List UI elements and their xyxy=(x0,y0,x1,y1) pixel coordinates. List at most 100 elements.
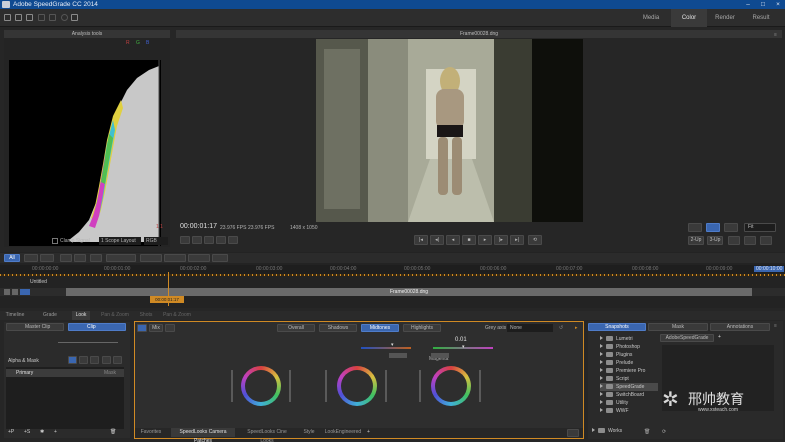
magenta-handle[interactable]: ▾ xyxy=(462,344,465,350)
master-clip-button[interactable]: Master Clip xyxy=(6,323,64,331)
tab-snapshots[interactable]: Snapshots xyxy=(588,323,646,331)
track-visibility-icon[interactable] xyxy=(4,289,10,295)
temp-mini-slider[interactable] xyxy=(389,353,407,358)
timeline-ruler[interactable]: 00:00:00:00 00:00:01:00 00:00:02:00 00:0… xyxy=(0,265,785,274)
loop-button[interactable]: ⟲ xyxy=(528,235,542,245)
grade-fx-icon[interactable] xyxy=(137,324,147,332)
trash-icon[interactable]: 🗑 xyxy=(110,429,116,435)
save-icon[interactable] xyxy=(15,14,22,21)
tab-favorites[interactable]: Favorites xyxy=(139,428,163,437)
go-to-end-button[interactable]: ▸| xyxy=(510,235,524,245)
scope-channel-r[interactable]: R xyxy=(126,40,130,46)
tab-media[interactable]: Media xyxy=(633,9,669,27)
tab-grade[interactable]: Grade xyxy=(40,311,60,320)
stop-button[interactable]: ■ xyxy=(462,235,476,245)
viewer-single-button[interactable] xyxy=(706,223,720,232)
browser-refresh-icon[interactable]: ⟳ xyxy=(662,429,666,435)
look-view-toggle[interactable] xyxy=(567,429,579,437)
midtones-gain-slider[interactable] xyxy=(385,370,387,402)
maximize-icon[interactable]: □ xyxy=(756,0,770,9)
viewer-option-button[interactable] xyxy=(228,236,238,244)
folder-item[interactable]: SwitchBoard xyxy=(600,391,644,399)
folder-item[interactable]: Utility xyxy=(600,399,628,407)
grade-bypass-icon[interactable] xyxy=(165,324,175,332)
next-frame-button[interactable]: |▸ xyxy=(494,235,508,245)
play-button[interactable]: ▸ xyxy=(478,235,492,245)
highlights-level-slider[interactable] xyxy=(419,370,421,402)
undo-icon[interactable] xyxy=(38,14,45,21)
wipe-button[interactable] xyxy=(760,236,772,245)
temperature-handle[interactable]: ▾ xyxy=(391,342,394,348)
folder-item[interactable]: Premiere Pro xyxy=(600,367,645,375)
timeline-speed-select[interactable] xyxy=(106,254,136,262)
highlights-gain-slider[interactable] xyxy=(479,370,481,402)
layout-3up-button[interactable]: 3-Up xyxy=(707,236,723,245)
tab-result[interactable]: Result xyxy=(743,9,779,27)
filter-all-button[interactable]: All xyxy=(4,254,20,262)
redo-icon[interactable] xyxy=(49,14,56,21)
tab-look[interactable]: Look xyxy=(72,311,90,320)
add-secondary-icon[interactable]: +S xyxy=(24,429,30,435)
panel-menu-icon[interactable]: ≡ xyxy=(774,32,777,38)
add-layer-icon[interactable]: + xyxy=(54,429,57,435)
timeline-option-a[interactable] xyxy=(60,254,72,262)
clamp-signal-checkbox[interactable] xyxy=(52,238,58,244)
layer-row-primary[interactable]: Primary Mask xyxy=(6,369,124,377)
grey-axis-select[interactable]: None xyxy=(507,324,553,332)
timeline-nav-end[interactable] xyxy=(212,254,228,262)
color-wheel-shadows[interactable] xyxy=(241,366,281,406)
color-wheel-highlights[interactable] xyxy=(431,366,471,406)
timeline-nav-mid[interactable] xyxy=(164,254,186,262)
layer-duplicate-icon[interactable] xyxy=(79,356,88,364)
grade-reset-icon[interactable]: ↺ xyxy=(559,325,563,331)
add-filter-icon[interactable]: ✱ xyxy=(40,429,44,435)
tab-speedlooks-cine-looks[interactable]: SpeedLooks Cine Looks xyxy=(241,428,293,442)
color-wheel-midtones[interactable] xyxy=(337,366,377,406)
tab-shots[interactable]: Shots xyxy=(136,311,156,320)
tab-lookengineered[interactable]: LookEngineered xyxy=(323,428,363,437)
viewer-mode-button[interactable] xyxy=(688,223,702,232)
tab-pan-zoom[interactable]: Pan & Zoom xyxy=(100,311,130,320)
viewer-grid-button[interactable] xyxy=(724,223,738,232)
add-primary-icon[interactable]: +P xyxy=(8,429,14,435)
go-to-start-button[interactable]: |◂ xyxy=(414,235,428,245)
sync-icon[interactable] xyxy=(61,14,68,21)
layer-group-icon[interactable] xyxy=(90,356,99,364)
tab-overall[interactable]: Overall xyxy=(277,324,315,332)
minimize-icon[interactable]: – xyxy=(741,0,755,9)
split-button[interactable] xyxy=(744,236,756,245)
browser-add-icon[interactable]: + xyxy=(718,334,721,340)
tab-midtones[interactable]: Midtones xyxy=(361,324,399,332)
tab-style[interactable]: Style xyxy=(301,428,317,437)
browser-menu-icon[interactable]: ≡ xyxy=(774,323,777,329)
layout-2up-button[interactable]: 2-Up xyxy=(688,236,704,245)
filter-flagged-button[interactable] xyxy=(24,254,38,262)
timeline-nav-next[interactable] xyxy=(188,254,210,262)
folder-item[interactable]: Photoshop xyxy=(600,343,640,351)
tab-speedlooks-camera-patches[interactable]: SpeedLooks Camera Patches xyxy=(171,428,235,442)
tab-render[interactable]: Render xyxy=(707,9,743,27)
grade-menu-icon[interactable]: ▸ xyxy=(575,325,578,331)
mix-button[interactable]: Mix xyxy=(149,324,163,332)
tint-mini-slider[interactable] xyxy=(431,353,449,358)
open-icon[interactable] xyxy=(4,14,11,21)
tab-highlights[interactable]: Highlights xyxy=(403,324,441,332)
scope-channel-b[interactable]: B xyxy=(146,40,149,46)
layer-delete-icon[interactable] xyxy=(113,356,122,364)
folder-item[interactable]: Works xyxy=(592,427,622,435)
close-icon[interactable]: × xyxy=(771,0,785,9)
tab-mask[interactable]: Mask xyxy=(648,323,708,331)
folder-item[interactable]: Plugins xyxy=(600,351,632,359)
track-active-icon[interactable] xyxy=(20,289,30,295)
shadows-level-slider[interactable] xyxy=(231,370,233,402)
folder-item[interactable]: Lumetri xyxy=(600,335,633,343)
save-as-icon[interactable] xyxy=(26,14,33,21)
timeline-option-c[interactable] xyxy=(90,254,102,262)
tab-timeline[interactable]: Timeline xyxy=(4,311,26,320)
shadows-gain-slider[interactable] xyxy=(289,370,291,402)
opacity-slider[interactable] xyxy=(58,342,118,343)
tab-shadows[interactable]: Shadows xyxy=(319,324,357,332)
folder-item-selected[interactable]: SpeedGrade xyxy=(600,383,658,391)
scope-type-select[interactable]: RGB xyxy=(144,237,168,245)
layer-mask-icon[interactable] xyxy=(102,356,111,364)
